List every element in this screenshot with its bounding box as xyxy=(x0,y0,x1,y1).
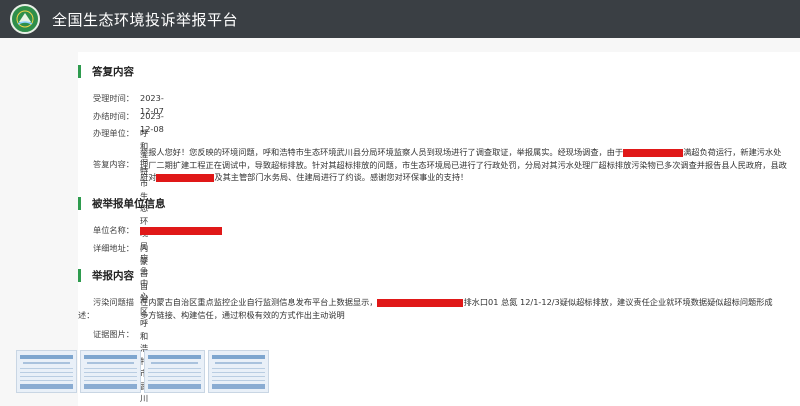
redaction-bar xyxy=(623,148,684,157)
section-accent-bar xyxy=(78,196,81,210)
reply-section-title: 答复内容 xyxy=(92,65,134,78)
problem-text-part2: 排水口01 总氮 12/1-12/3疑似超标排放，建议责任企业就环境数据疑似超标… xyxy=(463,297,773,307)
redaction-bar xyxy=(156,173,215,182)
evidence-label: 证据图片： xyxy=(93,329,134,339)
reply-content-label: 答复内容： xyxy=(93,159,134,169)
problem-text-part1: 在内蒙古自治区重点监控企业自行监测信息发布平台上数据显示， xyxy=(140,297,378,307)
problem-description-label-2: 述： xyxy=(78,310,95,320)
reported-unit-section-header: 被举报单位信息 xyxy=(78,196,166,210)
report-section-header: 举报内容 xyxy=(78,268,134,282)
reported-unit-section-title: 被举报单位信息 xyxy=(92,197,166,210)
reply-section-header: 答复内容 xyxy=(78,64,134,78)
site-title[interactable]: 全国生态环境投诉举报平台 xyxy=(52,9,238,30)
emblem-icon[interactable] xyxy=(10,4,40,34)
finished-time-label: 办结时间： xyxy=(93,111,134,121)
handling-unit-label: 办理单位： xyxy=(93,128,134,138)
unit-name-value xyxy=(140,224,222,237)
page-background: 答复内容 受理时间： 2023-12-07 办结时间： 2023-12-08 办… xyxy=(0,38,800,406)
accepted-time-label: 受理时间： xyxy=(93,93,134,103)
problem-description-label: 污染问题描 xyxy=(93,297,134,307)
evidence-image-thumbnail[interactable] xyxy=(144,350,205,393)
evidence-image-thumbnail[interactable] xyxy=(208,350,269,393)
reply-text-part3: 及其主管部门水务局、住建局进行了约谈。感谢您对环保事业的支持！ xyxy=(214,172,469,183)
redaction-bar xyxy=(140,226,222,235)
section-accent-bar xyxy=(78,64,81,78)
evidence-image-thumbnail[interactable] xyxy=(16,350,77,393)
reply-text-part1: 举报人您好！您反映的环境问题，呼和浩特市生态环境武川县分局环境监察人员到现场进行… xyxy=(140,147,624,157)
problem-text-line2: 多方链接、构建信任，通过积极有效的方式作出主动说明 xyxy=(140,309,345,320)
section-accent-bar xyxy=(78,268,81,282)
report-section-title: 举报内容 xyxy=(92,269,134,282)
redaction-bar xyxy=(377,298,464,307)
reply-content-text: 举报人您好！您反映的环境问题，呼和浩特市生态环境武川县分局环境监察人员到现场进行… xyxy=(140,146,788,184)
top-navigation-bar: 全国生态环境投诉举报平台 xyxy=(0,0,800,38)
evidence-images xyxy=(16,350,269,393)
problem-description-text: 在内蒙古自治区重点监控企业自行监测信息发布平台上数据显示， 排水口01 总氮 12… xyxy=(140,296,788,321)
address-label: 详细地址： xyxy=(93,243,134,253)
evidence-image-thumbnail[interactable] xyxy=(80,350,141,393)
unit-name-label: 单位名称： xyxy=(93,225,134,235)
